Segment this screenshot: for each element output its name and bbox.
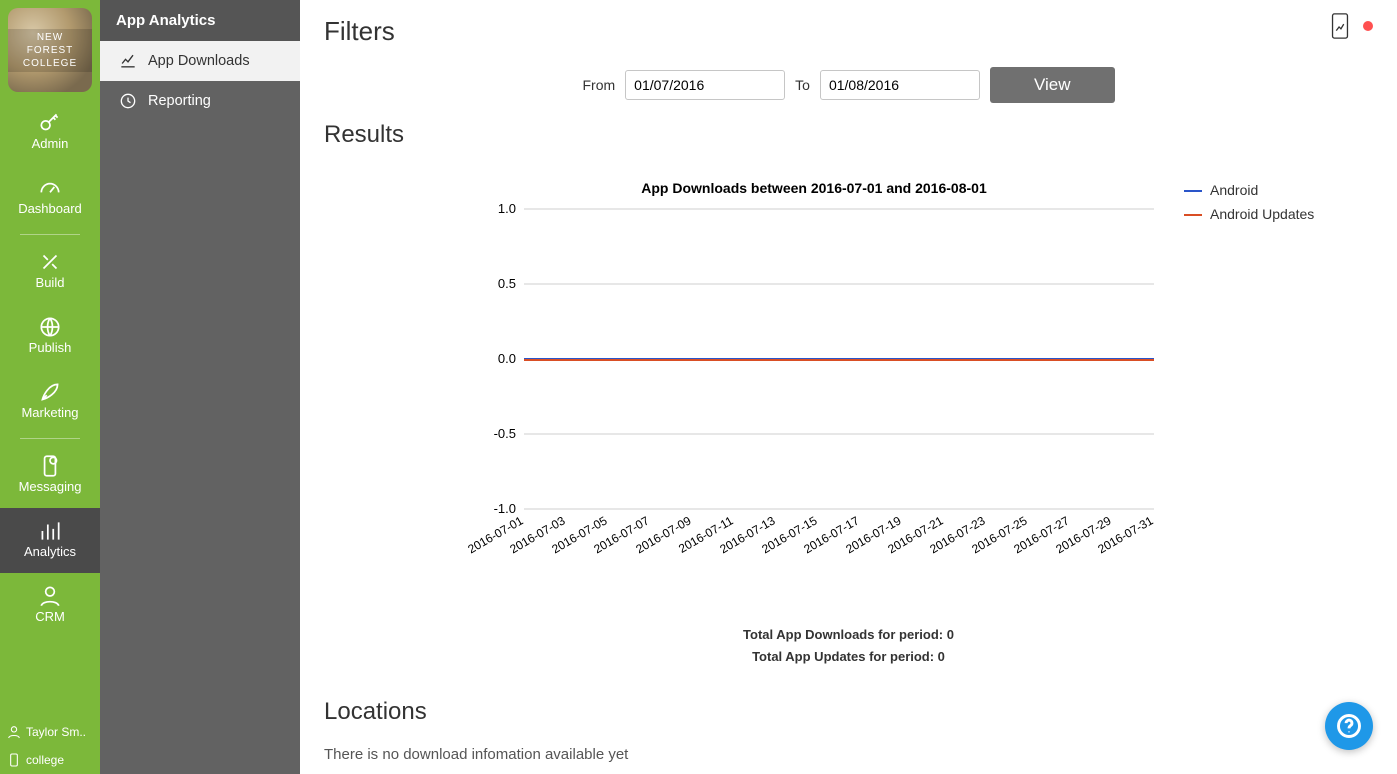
legend-entry: Android	[1184, 179, 1314, 203]
user-icon	[6, 724, 22, 740]
user-indicator[interactable]: Taylor Sm..	[0, 718, 100, 746]
chart-area: App Downloads between 2016-07-01 and 201…	[464, 179, 1373, 584]
rail-item-build[interactable]: Build	[0, 239, 100, 304]
locations-empty-text: There is no download infomation availabl…	[324, 746, 1373, 763]
rail-label: CRM	[35, 609, 65, 624]
subnav-title: App Analytics	[100, 0, 300, 41]
totals: Total App Downloads for period: 0 Total …	[324, 624, 1373, 668]
rail-item-marketing[interactable]: Marketing	[0, 369, 100, 434]
filters-row: From To View	[324, 67, 1373, 103]
help-fab[interactable]	[1325, 702, 1373, 750]
brand-text: NEW FOREST COLLEGE	[8, 29, 92, 72]
results-heading: Results	[324, 121, 1373, 149]
device-preview-icon	[1327, 12, 1353, 40]
total-downloads: Total App Downloads for period: 0	[324, 624, 1373, 646]
chart-legend: AndroidAndroid Updates	[1184, 179, 1314, 584]
subnav-item-app-downloads[interactable]: App Downloads	[100, 41, 300, 81]
app-name: college	[26, 753, 64, 767]
rail-label: Publish	[29, 340, 72, 355]
app-indicator[interactable]: college	[0, 746, 100, 774]
user-name: Taylor Sm..	[26, 725, 86, 739]
svg-text:0.0: 0.0	[498, 351, 516, 366]
legend-entry: Android Updates	[1184, 203, 1314, 227]
gauge-icon	[37, 175, 63, 201]
rail-item-crm[interactable]: CRM	[0, 573, 100, 638]
svg-text:1.0: 1.0	[498, 201, 516, 216]
clock-icon	[118, 91, 138, 111]
filters-heading: Filters	[324, 16, 1373, 47]
rail-item-dashboard[interactable]: Dashboard	[0, 165, 100, 230]
view-button[interactable]: View	[990, 67, 1115, 103]
rail-label: Marketing	[21, 405, 78, 420]
legend-swatch	[1184, 190, 1202, 192]
subnav-label: App Downloads	[148, 53, 250, 69]
rail-item-messaging[interactable]: Messaging	[0, 443, 100, 508]
legend-label: Android	[1210, 179, 1258, 203]
chart-svg: App Downloads between 2016-07-01 and 201…	[464, 179, 1164, 579]
rail-label: Messaging	[19, 479, 82, 494]
locations-heading: Locations	[324, 698, 1373, 726]
rail-label: Admin	[32, 136, 69, 151]
phone-chat-icon	[37, 453, 63, 479]
subnav: App Analytics App Downloads Reporting	[100, 0, 300, 774]
subnav-item-reporting[interactable]: Reporting	[100, 81, 300, 121]
legend-swatch	[1184, 214, 1202, 216]
from-label: From	[582, 77, 615, 93]
mobile-icon	[6, 752, 22, 768]
to-input[interactable]	[820, 70, 980, 100]
rail-item-analytics[interactable]: Analytics	[0, 508, 100, 573]
help-icon	[1335, 712, 1363, 740]
rail-label: Build	[36, 275, 65, 290]
subnav-label: Reporting	[148, 93, 211, 109]
bar-chart-icon	[37, 518, 63, 544]
svg-text:App Downloads between 2016-07-: App Downloads between 2016-07-01 and 201…	[641, 180, 987, 196]
person-icon	[37, 583, 63, 609]
status-dot	[1363, 21, 1373, 31]
from-input[interactable]	[625, 70, 785, 100]
preview-status[interactable]	[1327, 12, 1373, 40]
svg-text:0.5: 0.5	[498, 276, 516, 291]
chart: App Downloads between 2016-07-01 and 201…	[464, 179, 1164, 584]
tools-icon	[37, 249, 63, 275]
key-icon	[37, 110, 63, 136]
rail-item-publish[interactable]: Publish	[0, 304, 100, 369]
svg-text:-1.0: -1.0	[494, 501, 516, 516]
left-rail: NEW FOREST COLLEGE Admin Dashboard Build…	[0, 0, 100, 774]
total-updates: Total App Updates for period: 0	[324, 646, 1373, 668]
line-chart-icon	[118, 51, 138, 71]
main-content: Filters From To View Results App Downloa…	[300, 0, 1397, 774]
rail-item-admin[interactable]: Admin	[0, 100, 100, 165]
rail-separator	[20, 438, 80, 439]
rocket-icon	[37, 379, 63, 405]
to-label: To	[795, 77, 810, 93]
svg-text:-0.5: -0.5	[494, 426, 516, 441]
brand-logo[interactable]: NEW FOREST COLLEGE	[8, 8, 92, 92]
rail-separator	[20, 234, 80, 235]
rail-label: Analytics	[24, 544, 76, 559]
legend-label: Android Updates	[1210, 203, 1314, 227]
globe-icon	[37, 314, 63, 340]
rail-label: Dashboard	[18, 201, 82, 216]
